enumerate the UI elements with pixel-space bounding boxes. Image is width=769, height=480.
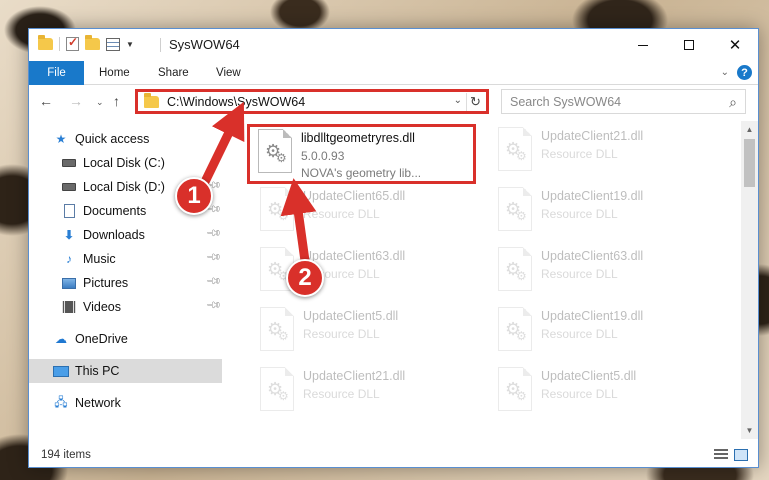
- arrow-to-address-bar: [197, 101, 245, 190]
- step-badge-1: 1: [175, 177, 213, 215]
- annotation-arrows: [197, 101, 317, 269]
- step-badge-2: 2: [286, 259, 324, 297]
- arrow-to-dll-file: [280, 178, 317, 269]
